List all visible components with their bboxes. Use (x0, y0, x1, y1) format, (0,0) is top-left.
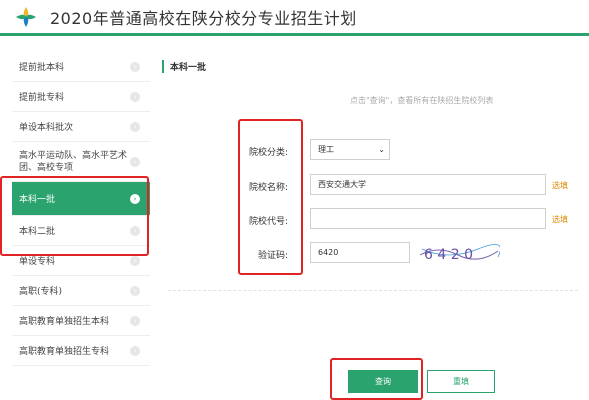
reset-button[interactable]: 重填 (427, 370, 495, 393)
sidebar-item-vocational[interactable]: 高职(专科) › (12, 276, 150, 306)
school-name-input[interactable]: 西安交通大学 (310, 174, 546, 195)
code-label: 院校代号: (248, 217, 288, 227)
page-title: 2020年普通高校在陕分校分专业招生计划 (50, 9, 357, 28)
code-optional-text: 选填 (552, 215, 568, 224)
chevron-right-circle-icon: › (130, 345, 140, 356)
sidebar-item-label: 单设本科批次 (19, 123, 74, 133)
sidebar-item-vocational-single-college[interactable]: 高职教育单独招生专科 › (12, 336, 150, 366)
school-name-value: 西安交通大学 (318, 180, 366, 189)
captcha-image[interactable]: 6 4 2 0 (418, 241, 500, 265)
section-title: 本科一批 (162, 60, 206, 73)
name-optional-text: 选填 (552, 181, 568, 190)
captcha-value: 6420 (318, 248, 339, 257)
chevron-right-circle-icon: › (130, 156, 140, 167)
category-value: 理工 (318, 145, 334, 154)
category-label: 院校分类: (248, 148, 288, 158)
sidebar-item-early-college[interactable]: 提前批专科 › (12, 82, 150, 112)
chevron-right-circle-icon: › (130, 285, 140, 296)
captcha-input[interactable]: 6420 (310, 242, 410, 263)
query-button[interactable]: 查询 (348, 370, 418, 393)
leaf-logo-icon (16, 7, 36, 27)
highlight-box-sidebar (0, 176, 149, 256)
sidebar-item-separate-undergrad[interactable]: 单设本科批次 › (12, 112, 150, 142)
sidebar-item-label: 提前批专科 (19, 93, 65, 103)
chevron-right-circle-icon: › (130, 121, 140, 132)
captcha-text: 6 4 2 0 (424, 247, 473, 263)
form-divider (168, 290, 578, 291)
school-code-input[interactable] (310, 208, 546, 229)
sidebar-item-label: 提前批本科 (19, 63, 65, 73)
chevron-right-circle-icon: › (130, 91, 140, 102)
page-header: 2020年普通高校在陕分校分专业招生计划 (0, 0, 589, 36)
captcha-label: 验证码: (257, 251, 288, 261)
sidebar-item-vocational-single-undergrad[interactable]: 高职教育单独招生本科 › (12, 306, 150, 336)
sidebar-item-early-undergrad[interactable]: 提前批本科 › (12, 52, 150, 82)
sidebar-item-label: 高职(专科) (19, 287, 63, 297)
sidebar-item-label: 高职教育单独招生本科 (19, 317, 110, 327)
chevron-right-circle-icon: › (130, 255, 140, 266)
chevron-down-icon: ⌄ (378, 145, 385, 154)
chevron-right-circle-icon: › (130, 61, 140, 72)
sidebar-item-label: 高职教育单独招生专科 (19, 347, 110, 357)
category-select[interactable]: 理工 ⌄ (310, 139, 390, 160)
sidebar-item-label: 高水平运动队、高水平艺术团、高校专项 (19, 151, 128, 173)
chevron-right-circle-icon: › (130, 315, 140, 326)
name-label: 院校名称: (248, 183, 288, 193)
hint-text: 点击"查询"，查看所有在陕招生院校列表 (350, 96, 494, 105)
